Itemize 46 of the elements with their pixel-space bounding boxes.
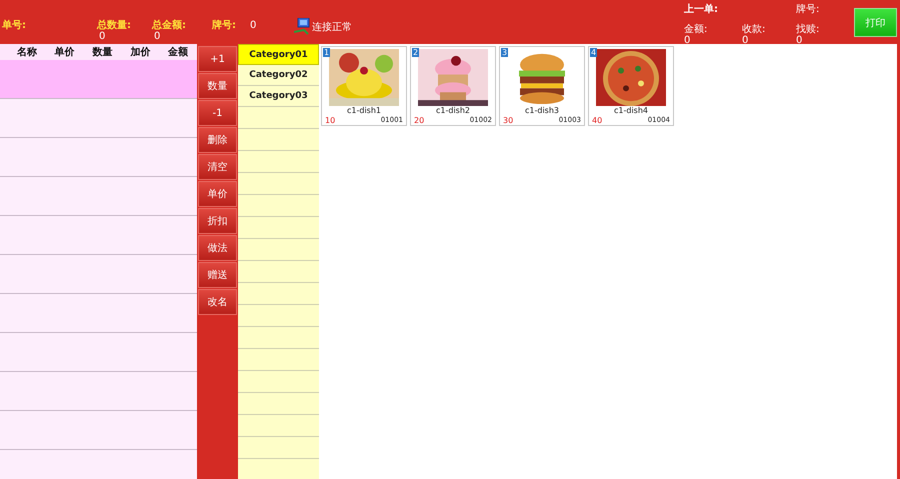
action-button[interactable]: 清空	[198, 154, 237, 180]
field-label: 总金额:	[152, 20, 187, 31]
column-header: 名称	[16, 46, 37, 59]
tag-label: 牌号:	[796, 4, 820, 17]
action-button[interactable]: 改名	[198, 289, 237, 315]
field-value: 0	[796, 35, 804, 46]
dish-name: c1-dish1	[346, 106, 381, 116]
order-row[interactable]	[0, 60, 197, 99]
action-button[interactable]: 数量	[198, 73, 237, 99]
dish-price: 30	[503, 116, 514, 125]
dish-index-badge: 1	[323, 48, 330, 57]
dish-name: c1-dish4	[614, 106, 648, 116]
dish-index-badge: 4	[590, 48, 598, 57]
field-value: 0	[684, 35, 692, 46]
column-header: 数量	[92, 46, 112, 59]
dish-index-badge: 3	[501, 48, 508, 57]
dish-index-badge: 2	[412, 48, 420, 57]
column-header: 加价	[130, 46, 150, 59]
action-button[interactable]: 删除	[198, 127, 237, 153]
dish-price: 10	[325, 116, 336, 125]
field-value: 0	[153, 31, 162, 42]
dish-price: 40	[592, 116, 602, 125]
field-label: 收款:	[742, 24, 766, 35]
field-label: 找赎:	[796, 24, 820, 35]
field-label: 总数量:	[97, 20, 132, 31]
field-value: 0	[250, 20, 256, 31]
dish-name: c1-dish2	[436, 106, 470, 116]
connection-status: 连接正常	[312, 22, 352, 32]
column-header: 单价	[54, 46, 75, 59]
field-label: 金额:	[684, 24, 708, 35]
action-button[interactable]: 赠送	[198, 262, 237, 288]
last-order-label: 上一单:	[684, 4, 719, 17]
dish-price: 20	[414, 116, 424, 125]
dish-name: c1-dish3	[524, 106, 559, 116]
field-label: 牌号:	[212, 20, 236, 31]
category-tab[interactable]: Category01	[238, 44, 319, 65]
action-button[interactable]: 单价	[198, 181, 237, 207]
network-icon	[294, 18, 310, 36]
field-label: 单号:	[2, 20, 27, 31]
field-value: 0	[98, 31, 106, 42]
action-button[interactable]: +1	[198, 46, 237, 72]
action-button[interactable]: -1	[198, 100, 237, 126]
column-header: 金额	[168, 45, 188, 59]
action-button[interactable]: 做法	[198, 235, 237, 261]
field-value: 0	[742, 35, 750, 46]
action-button[interactable]: 折扣	[198, 208, 237, 234]
